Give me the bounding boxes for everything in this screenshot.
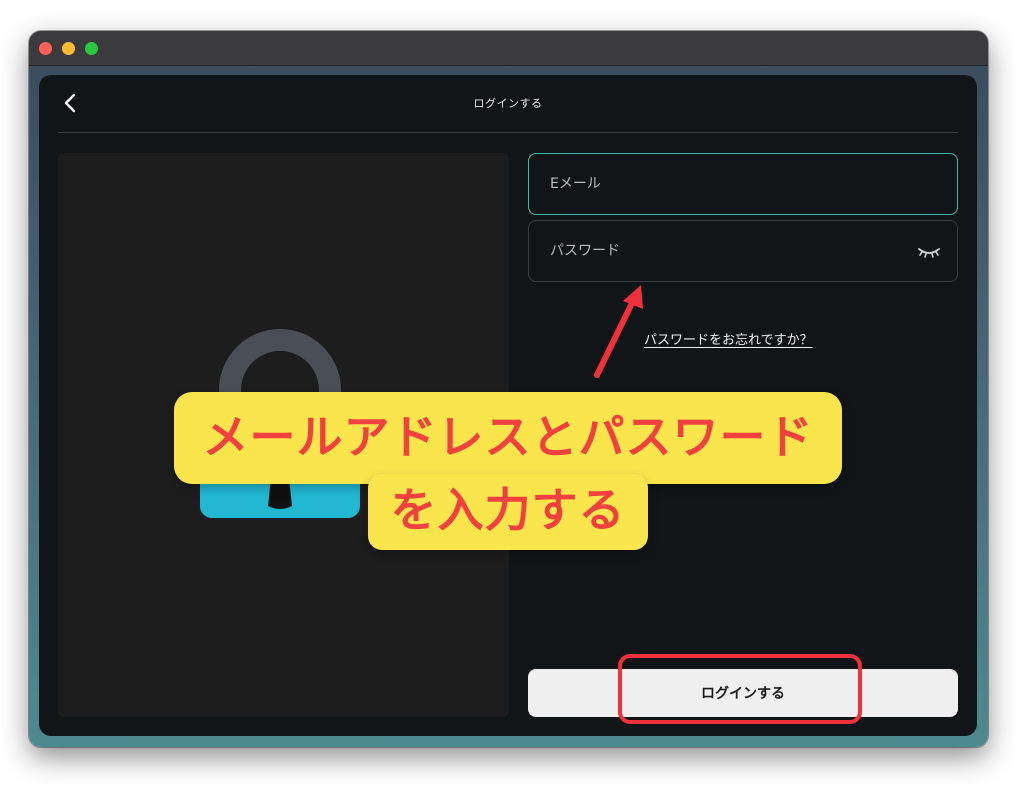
minimize-window-button[interactable]	[62, 42, 75, 55]
forgot-password-link[interactable]: パスワードをお忘れですか？	[644, 329, 813, 348]
eye-closed-icon[interactable]	[917, 243, 941, 261]
password-field[interactable]	[528, 220, 958, 282]
zoom-window-button[interactable]	[85, 42, 98, 55]
email-input[interactable]	[529, 154, 957, 214]
login-button-highlight	[618, 654, 862, 724]
page-title: ログインする	[473, 97, 543, 110]
annotation-callout-line1: メールアドレスとパスワード	[202, 410, 814, 464]
header-divider	[58, 132, 958, 133]
app-window: ログインする パスワードをお忘れですか？ ログインする	[29, 31, 988, 747]
password-input[interactable]	[529, 221, 957, 281]
title-bar	[29, 31, 988, 66]
email-field[interactable]	[528, 153, 958, 215]
annotation-callout-line2: を入力する	[390, 483, 626, 537]
close-window-button[interactable]	[39, 42, 52, 55]
annotation-arrow-icon	[594, 285, 643, 378]
